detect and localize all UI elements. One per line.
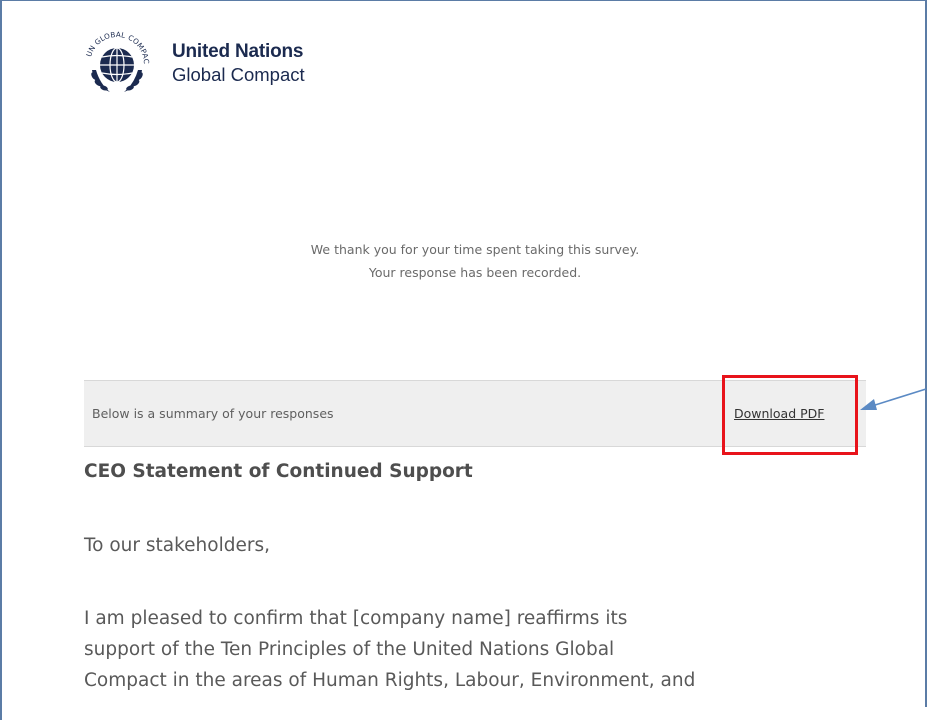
highlight-box — [722, 375, 858, 455]
un-global-compact-logo: UN GLOBAL COMPACT United Nations Global … — [78, 20, 338, 100]
window-border — [925, 0, 927, 707]
thank-you-message: We thank you for your time spent taking … — [84, 238, 866, 284]
thank-you-line: We thank you for your time spent taking … — [310, 242, 640, 257]
statement-line: support of the Ten Principles of the Uni… — [84, 639, 615, 660]
statement-line: Compact in the areas of Human Rights, La… — [84, 670, 696, 691]
summary-label: Below is a summary of your responses — [92, 406, 334, 421]
logo-title: United Nations — [172, 41, 304, 62]
statement-body: I am pleased to confirm that [company na… — [84, 603, 874, 696]
recorded-line: Your response has been recorded. — [368, 265, 582, 280]
statement-salutation: To our stakeholders, — [84, 535, 270, 556]
statement-line: I am pleased to confirm that [company na… — [84, 608, 628, 629]
un-emblem-icon: UN GLOBAL COMPACT — [78, 24, 151, 92]
statement-title: CEO Statement of Continued Support — [84, 461, 473, 482]
logo-subtitle: Global Compact — [172, 64, 305, 85]
